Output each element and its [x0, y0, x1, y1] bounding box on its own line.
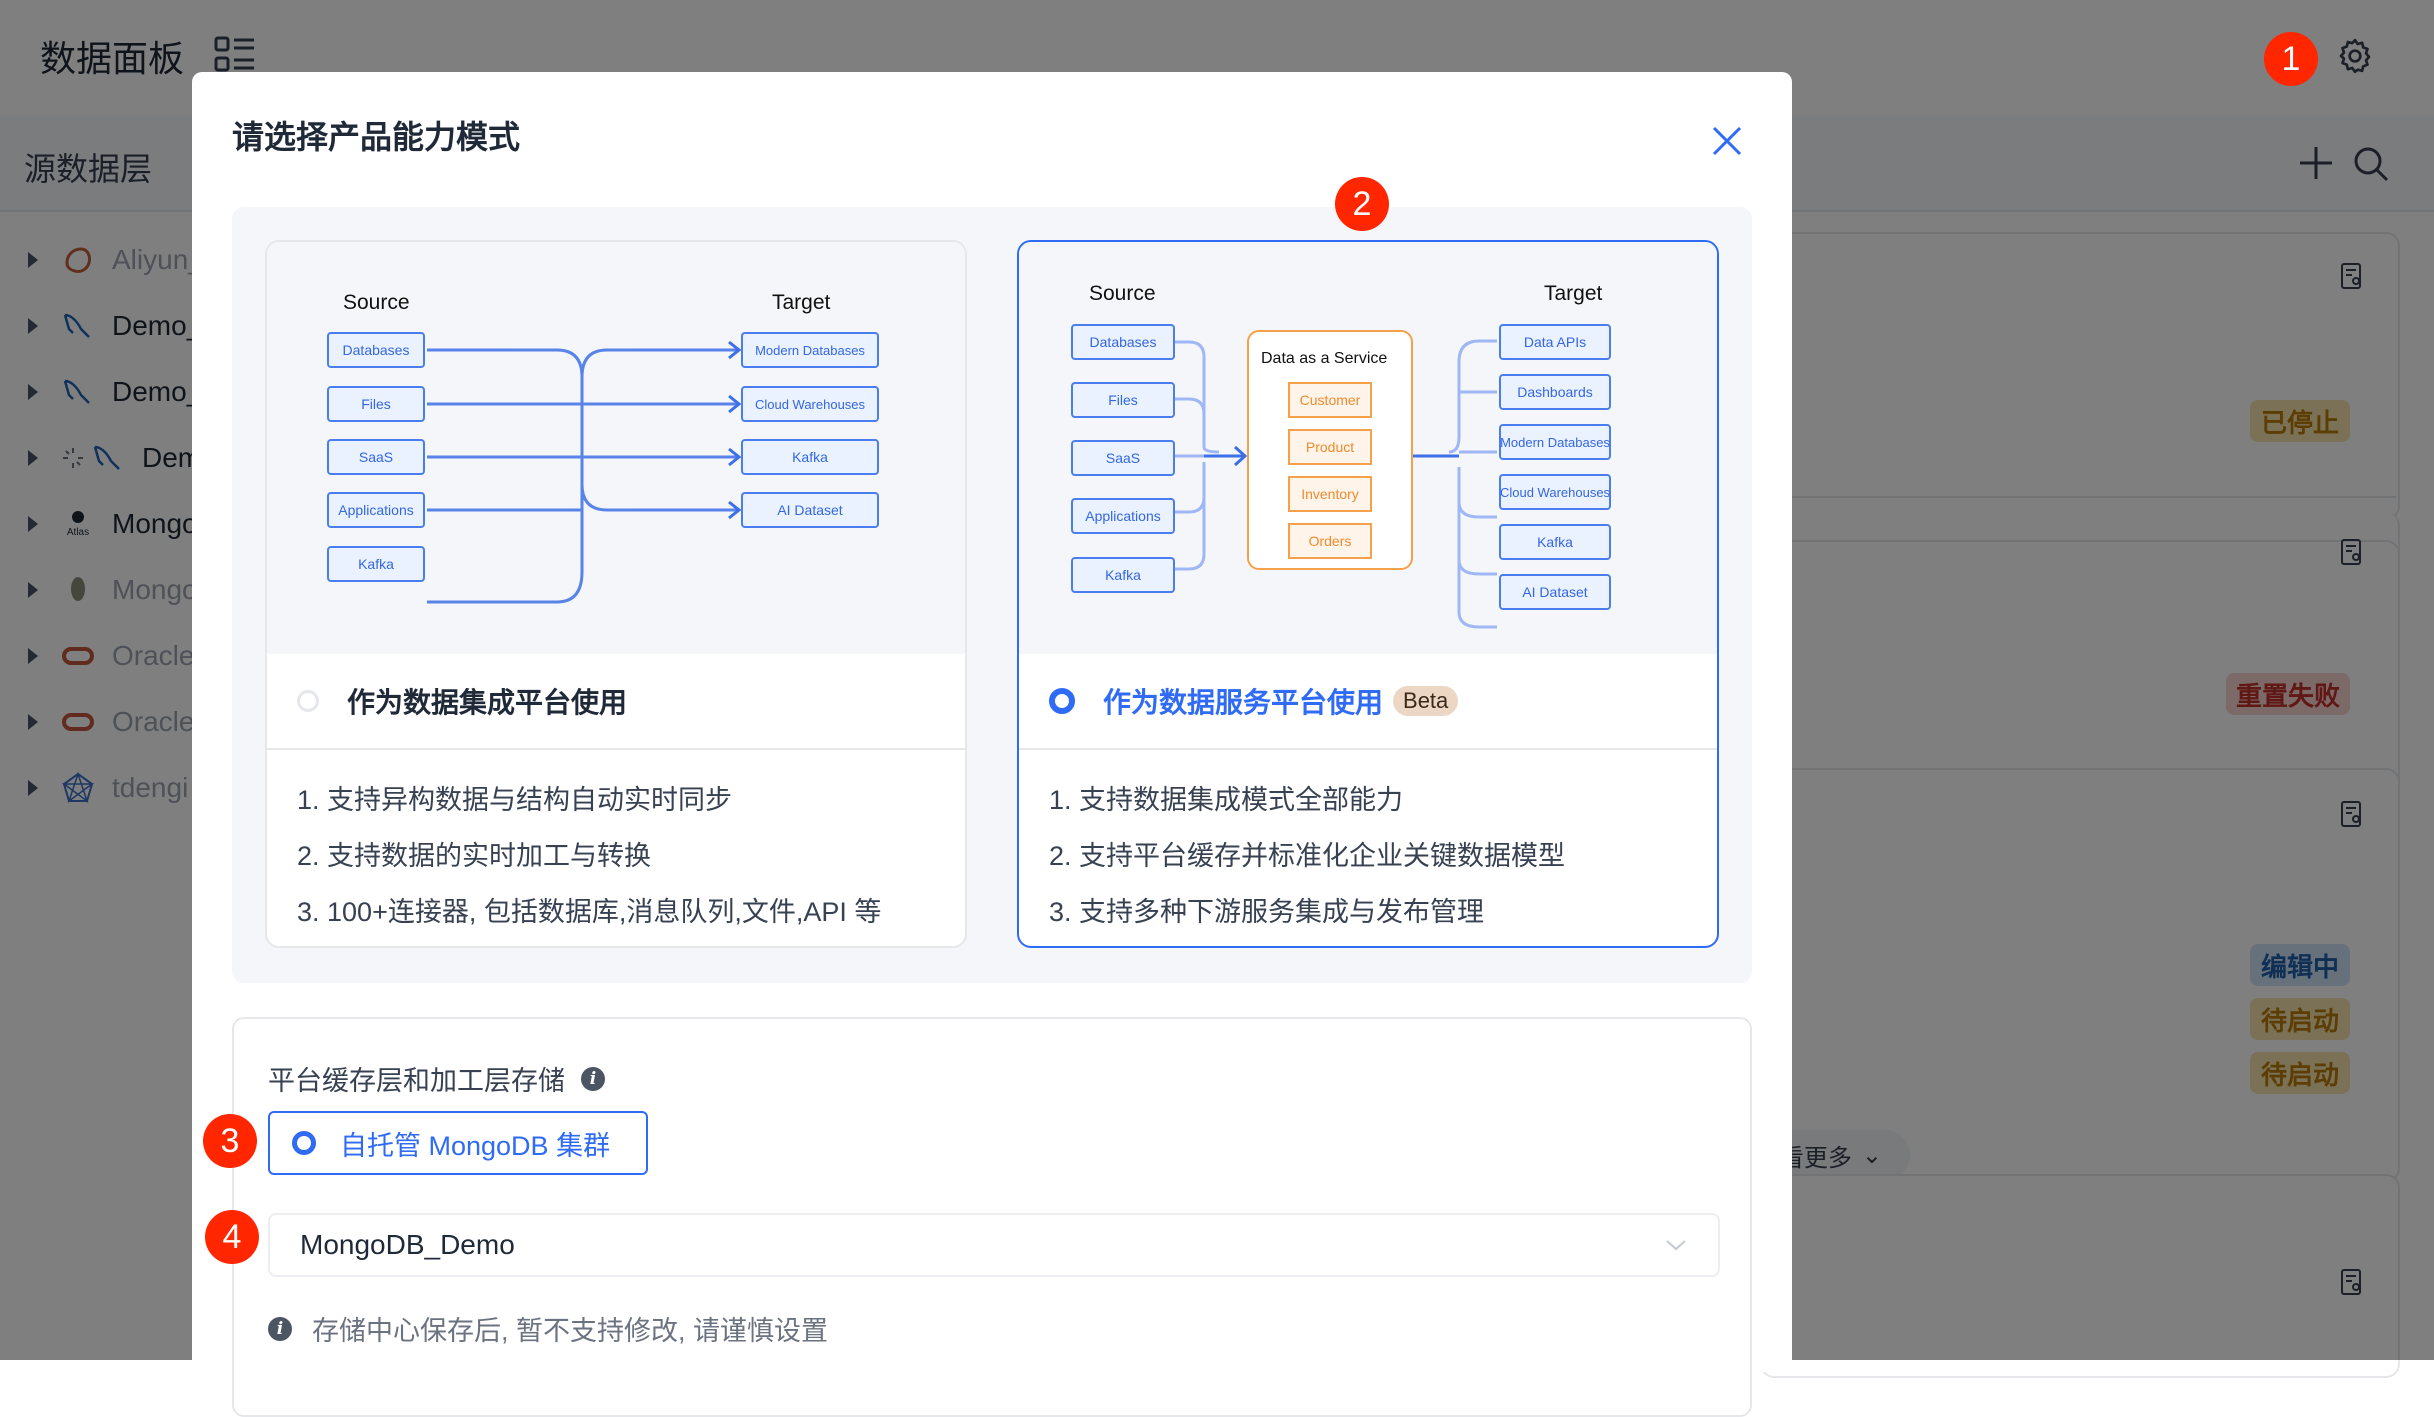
- diagram-source-node: Kafka: [1071, 557, 1175, 593]
- option-row[interactable]: 作为数据服务平台使用 Beta: [1019, 654, 1717, 750]
- feature-item: 1. 支持数据集成模式全部能力: [1049, 785, 1404, 815]
- radio-integration[interactable]: [297, 690, 319, 712]
- close-icon[interactable]: [1710, 124, 1744, 158]
- diagram-source-node: Applications: [327, 492, 425, 528]
- service-model-node: Customer: [1288, 382, 1372, 418]
- annotation-badge: 2: [1335, 177, 1389, 231]
- diagram-source-title: Source: [343, 291, 410, 314]
- storage-label: 平台缓存层和加工层存储 i: [268, 1059, 605, 1098]
- option-card-integration[interactable]: Source Target Databases Files SaaS Appli…: [265, 240, 967, 948]
- diagram-source-node: Files: [1071, 382, 1175, 418]
- diagram-target-node: AI Dataset: [1499, 574, 1611, 610]
- mode-select-modal: 请选择产品能力模式 Source Target Databases Files …: [192, 72, 1792, 1417]
- diagram-source-node: SaaS: [327, 439, 425, 475]
- diagram-source-node: Kafka: [327, 546, 425, 582]
- feature-item: 1. 支持异构数据与结构自动实时同步: [297, 785, 733, 815]
- diagram-target-node: AI Dataset: [741, 492, 879, 528]
- radio-self-hosted[interactable]: [292, 1131, 316, 1155]
- select-value: MongoDB_Demo: [300, 1229, 515, 1260]
- diagram-target-node: Dashboards: [1499, 374, 1611, 410]
- self-hosted-mongodb-option[interactable]: 自托管 MongoDB 集群: [268, 1111, 648, 1175]
- storage-hint: i 存储中心保存后, 暂不支持修改, 请谨慎设置: [268, 1309, 828, 1348]
- service-title: Data as a Service: [1261, 350, 1388, 367]
- annotation-badge: 4: [205, 1210, 259, 1264]
- diagram-source-title: Source: [1089, 282, 1156, 305]
- diagram-target-node: Modern Databases: [1499, 424, 1611, 460]
- option-label: 作为数据集成平台使用: [347, 687, 628, 718]
- option-label: 作为数据服务平台使用: [1103, 687, 1384, 718]
- service-model-node: Inventory: [1288, 476, 1372, 512]
- diagram-target-node: Cloud Warehouses: [741, 386, 879, 422]
- diagram-target-node: Kafka: [741, 439, 879, 475]
- annotation-badge: 3: [203, 1114, 257, 1168]
- service-model-node: Product: [1288, 429, 1372, 465]
- diagram-target-node: Cloud Warehouses: [1499, 474, 1611, 510]
- storage-section: 平台缓存层和加工层存储 i 自托管 MongoDB 集群 MongoDB_Dem…: [232, 1017, 1752, 1417]
- option-card-service[interactable]: Source Target Databases Files SaaS Appli…: [1017, 240, 1719, 948]
- diagram-source-node: Applications: [1071, 498, 1175, 534]
- feature-item: 3. 100+连接器, 包括数据库,消息队列,文件,API 等: [297, 897, 882, 927]
- feature-item: 3. 支持多种下游服务集成与发布管理: [1049, 897, 1485, 927]
- diagram-source-node: Databases: [1071, 324, 1175, 360]
- diagram-target-title: Target: [772, 291, 831, 314]
- chevron-down-icon: [1666, 1240, 1686, 1251]
- info-icon[interactable]: i: [581, 1066, 605, 1091]
- option-label: 自托管 MongoDB 集群: [340, 1130, 611, 1161]
- service-diagram: Source Target Databases Files SaaS Appli…: [1019, 242, 1717, 654]
- diagram-target-node: Kafka: [1499, 524, 1611, 560]
- mongodb-cluster-select[interactable]: MongoDB_Demo: [268, 1213, 1720, 1277]
- diagram-source-node: Databases: [327, 332, 425, 368]
- service-model-node: Orders: [1288, 523, 1372, 559]
- integration-diagram: Source Target Databases Files SaaS Appli…: [267, 242, 965, 654]
- beta-badge: Beta: [1393, 686, 1459, 716]
- diagram-target-node: Data APIs: [1499, 324, 1611, 360]
- feature-list: 1. 支持异构数据与结构自动实时同步 2. 支持数据的实时加工与转换 3. 10…: [297, 772, 881, 940]
- info-icon: i: [268, 1316, 292, 1341]
- mode-options-panel: Source Target Databases Files SaaS Appli…: [232, 207, 1752, 983]
- diagram-target-title: Target: [1544, 282, 1603, 305]
- diagram-source-node: SaaS: [1071, 440, 1175, 476]
- diagram-target-node: Modern Databases: [741, 332, 879, 368]
- feature-item: 2. 支持数据的实时加工与转换: [297, 841, 652, 871]
- modal-title: 请选择产品能力模式: [232, 119, 521, 155]
- annotation-badge: 1: [2264, 32, 2318, 86]
- diagram-source-node: Files: [327, 386, 425, 422]
- option-row[interactable]: 作为数据集成平台使用: [267, 654, 965, 750]
- feature-item: 2. 支持平台缓存并标准化企业关键数据模型: [1049, 841, 1566, 871]
- feature-list: 1. 支持数据集成模式全部能力 2. 支持平台缓存并标准化企业关键数据模型 3.…: [1049, 772, 1565, 940]
- radio-service[interactable]: [1049, 688, 1075, 714]
